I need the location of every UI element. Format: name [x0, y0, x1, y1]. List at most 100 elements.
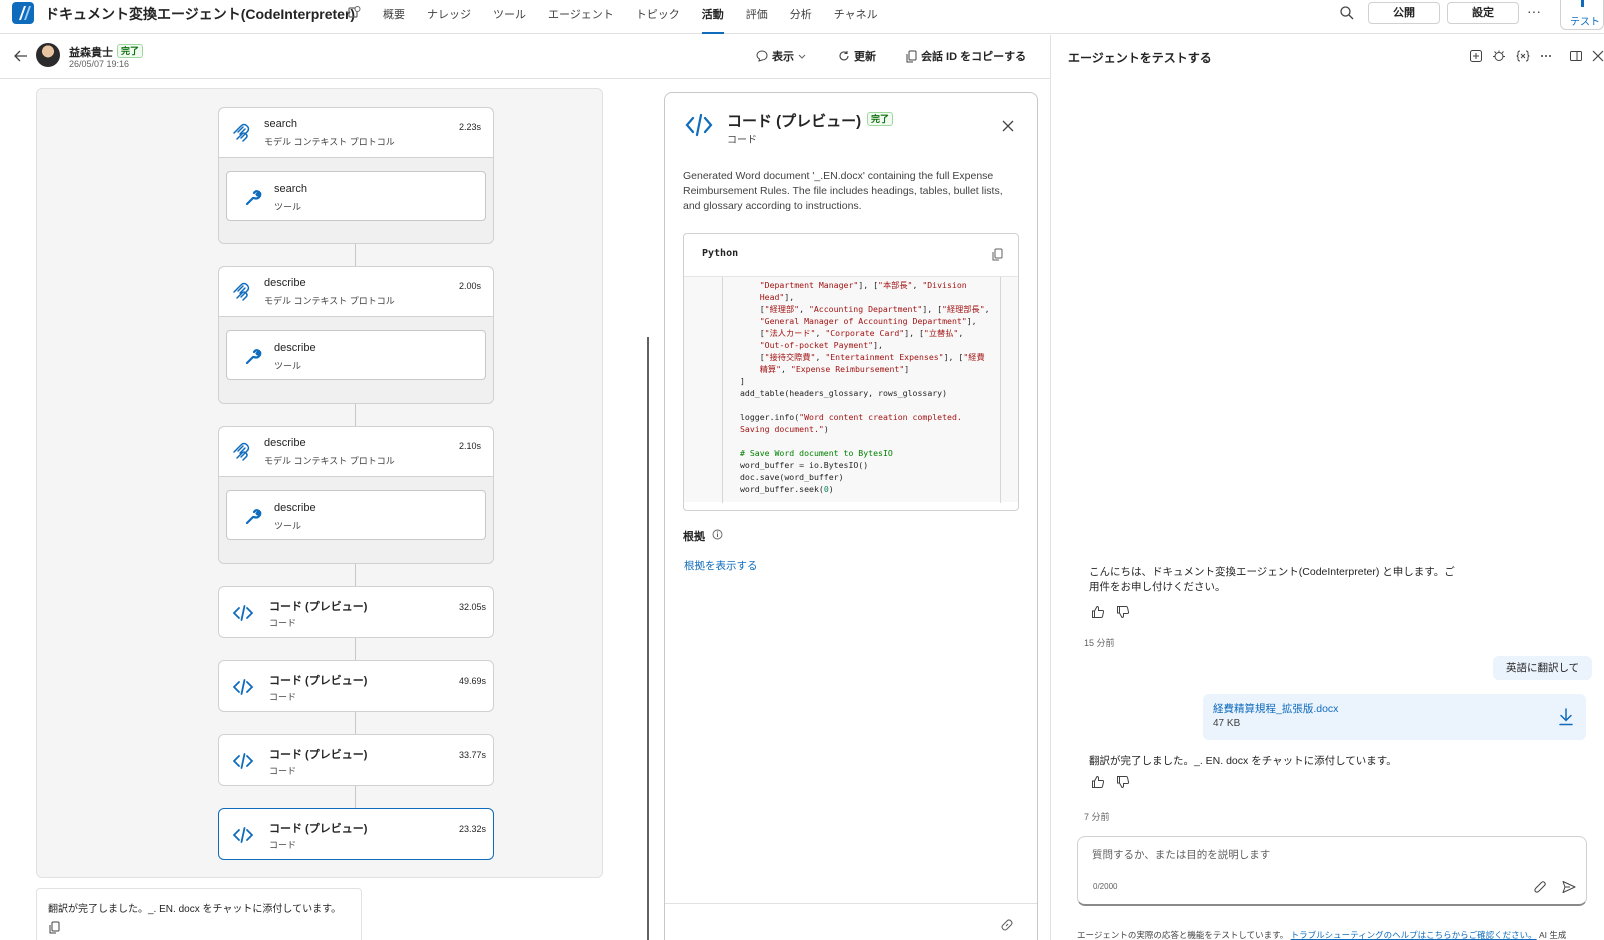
agent-status-icon[interactable]	[347, 5, 361, 19]
code-step-card[interactable]: コード (プレビュー) コード 49.69s	[218, 660, 494, 712]
activity-header: 益森貴士 完了 26/05/07 19:16 表示 更新 会話 ID をコピーす…	[0, 35, 1050, 79]
more-options-icon[interactable]: ···	[1527, 3, 1541, 19]
tool-step-card[interactable]: describe ツール	[226, 330, 486, 380]
detail-title: コード (プレビュー)	[727, 113, 862, 130]
chat-input[interactable]	[1092, 845, 1512, 865]
tab-channels[interactable]: チャネル	[826, 0, 886, 34]
session-timestamp: 26/05/07 19:16	[69, 59, 130, 69]
send-icon[interactable]	[1562, 880, 1576, 894]
thumbs-up-icon[interactable]	[1091, 605, 1105, 619]
settings-button[interactable]: 設定	[1447, 2, 1519, 24]
code-scroll-area[interactable]: "Department Manager"], ["本部長", "Division…	[684, 276, 1018, 503]
copy-icon[interactable]	[49, 921, 60, 934]
disclaimer: エージェントの実際の応答と機能をテストしています。 トラブルシューティングのヘル…	[1077, 929, 1566, 940]
code-gutter	[722, 277, 723, 503]
copy-code-icon[interactable]	[992, 248, 1003, 261]
tab-knowledge[interactable]: ナレッジ	[419, 0, 479, 34]
back-arrow-icon[interactable]	[14, 49, 28, 63]
tool-subtitle: ツール	[274, 521, 302, 531]
user-message: 英語に翻訳して	[1493, 656, 1593, 680]
panel-splitter[interactable]	[647, 337, 649, 940]
agent-title: ドキュメント変換エージェント(CodeInterpreter)	[45, 6, 356, 22]
mcp-step-header[interactable]: describe モデル コンテキスト プロトコル 2.00s	[219, 267, 493, 317]
attached-file-card[interactable]: 経費精算規程_拡張版.docx 47 KB	[1203, 694, 1586, 740]
chevron-down-icon	[798, 54, 806, 59]
chat-composer: 0/2000	[1077, 836, 1587, 906]
thumbs-down-icon[interactable]	[1116, 775, 1130, 789]
code-step-title: コード (プレビュー)	[269, 749, 368, 761]
thumbs-up-icon[interactable]	[1091, 775, 1105, 789]
refresh-button[interactable]: 更新	[838, 48, 876, 64]
tool-step-card[interactable]: search ツール	[226, 171, 486, 221]
code-step-title: コード (プレビュー)	[269, 675, 368, 687]
file-name[interactable]: 経費精算規程_拡張版.docx	[1213, 701, 1338, 716]
code-step-card-selected[interactable]: コード (プレビュー) コード 23.32s	[218, 808, 494, 860]
more-icon[interactable]	[1539, 49, 1553, 63]
detail-subtitle: コード	[727, 135, 757, 146]
tool-step-card[interactable]: describe ツール	[226, 490, 486, 540]
code-step-card[interactable]: コード (プレビュー) コード 33.77s	[218, 734, 494, 786]
code-step-card[interactable]: コード (プレビュー) コード 32.05s	[218, 586, 494, 638]
variables-icon[interactable]	[1516, 49, 1530, 63]
info-icon[interactable]	[712, 529, 723, 540]
wrench-icon	[245, 349, 262, 365]
link-icon[interactable]	[1000, 918, 1014, 932]
code-step-subtitle: コード	[269, 692, 297, 702]
mcp-step-group[interactable]: search モデル コンテキスト プロトコル 2.23s search ツール	[218, 107, 494, 244]
show-grounds-link[interactable]: 根拠を表示する	[684, 558, 758, 573]
split-view-icon[interactable]	[1569, 49, 1583, 63]
mcp-step-group[interactable]: describe モデル コンテキスト プロトコル 2.00s describe…	[218, 266, 494, 404]
thumbs-down-icon[interactable]	[1116, 605, 1130, 619]
test-agent-panel: エージェントをテストする こんにちは、ドキュメント変換エージェント(CodeIn…	[1050, 35, 1604, 940]
troubleshooting-link[interactable]: トラブルシューティングのヘルプはこちらからご確認ください。	[1291, 930, 1537, 940]
test-toggle-button[interactable]: テスト	[1560, 0, 1604, 30]
tab-analytics[interactable]: 分析	[782, 0, 820, 34]
status-badge: 完了	[117, 44, 144, 58]
final-response-card: 翻訳が完了しました。_. EN. docx をチャットに添付しています。	[36, 888, 362, 940]
publish-button[interactable]: 公開	[1368, 2, 1440, 24]
close-icon[interactable]	[1591, 49, 1604, 63]
search-icon[interactable]	[1339, 5, 1355, 21]
close-icon[interactable]	[1002, 120, 1014, 132]
copy-conversation-id-button[interactable]: 会話 ID をコピーする	[906, 48, 1026, 64]
test-label: テスト	[1570, 17, 1600, 28]
tab-tools[interactable]: ツール	[485, 0, 534, 34]
mcp-step-group[interactable]: describe モデル コンテキスト プロトコル 2.10s describe…	[218, 426, 494, 564]
flow-connector	[355, 638, 356, 660]
mcp-icon	[233, 123, 250, 142]
flow-connector	[355, 244, 356, 266]
activity-flow-panel: search モデル コンテキスト プロトコル 2.23s search ツール…	[36, 88, 603, 878]
attach-icon[interactable]	[1533, 880, 1547, 894]
flow-connector	[355, 786, 356, 808]
tab-topics[interactable]: トピック	[628, 0, 688, 34]
step-duration: 2.00s	[459, 281, 482, 291]
test-panel-title: エージェントをテストする	[1068, 51, 1212, 65]
display-menu-button[interactable]: 表示	[756, 48, 806, 64]
mcp-icon	[233, 282, 250, 301]
flow-connector	[355, 404, 356, 426]
code-step-subtitle: コード	[269, 766, 297, 776]
tab-overview[interactable]: 概要	[375, 0, 413, 34]
avatar	[36, 43, 60, 67]
tab-activity[interactable]: 活動	[694, 0, 732, 34]
copilot-studio-logo	[12, 2, 34, 24]
tool-subtitle: ツール	[274, 202, 302, 212]
mcp-step-header[interactable]: describe モデル コンテキスト プロトコル 2.10s	[219, 427, 493, 477]
code-scrollbar-track	[1000, 277, 1001, 503]
step-title: describe	[264, 277, 306, 289]
new-chat-icon[interactable]	[1469, 49, 1483, 63]
code-icon	[233, 753, 253, 769]
mcp-step-header[interactable]: search モデル コンテキスト プロトコル 2.23s	[219, 108, 493, 158]
test-icon	[1581, 0, 1584, 7]
refresh-icon	[839, 51, 849, 61]
tab-agents[interactable]: エージェント	[540, 0, 622, 34]
code-icon	[233, 827, 253, 843]
disclaimer-text: エージェントの実際の応答と機能をテストしています。	[1077, 930, 1289, 940]
code-step-subtitle: コード	[269, 840, 297, 850]
code-icon	[233, 605, 253, 621]
message-time: 7 分前	[1084, 812, 1110, 822]
download-icon[interactable]	[1558, 708, 1574, 726]
step-duration: 2.23s	[459, 122, 482, 132]
tab-evaluation[interactable]: 評価	[738, 0, 776, 34]
debug-icon[interactable]	[1492, 49, 1506, 63]
